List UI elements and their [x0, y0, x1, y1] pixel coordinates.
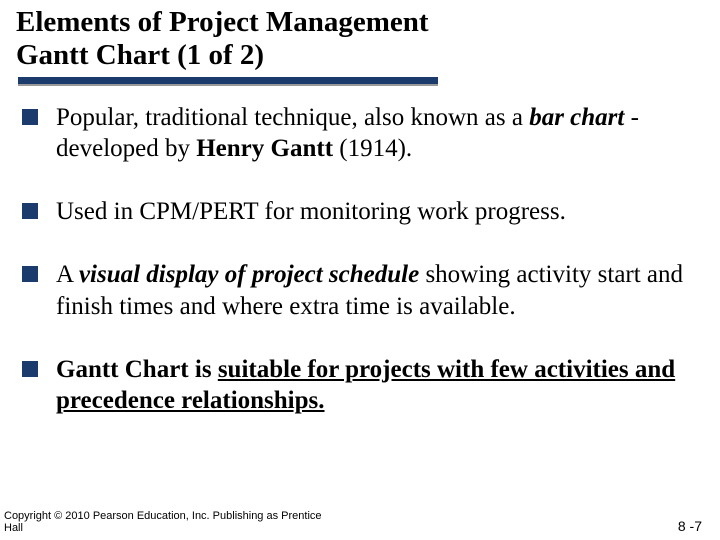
bullet-2-text: Used in CPM/PERT for monitoring work pro…: [56, 198, 566, 225]
bullet-1: Popular, traditional technique, also kno…: [16, 102, 704, 165]
bullet-1-emph-1: bar chart: [529, 104, 624, 131]
footer-copyright-line-2: Hall: [4, 522, 23, 534]
bullet-4-text-1: Gantt Chart is: [56, 356, 218, 383]
slide-title: Elements of Project Management Gantt Cha…: [16, 6, 704, 73]
bullet-2: Used in CPM/PERT for monitoring work pro…: [16, 196, 704, 227]
title-underline: [18, 77, 438, 84]
bullet-4: Gantt Chart is suitable for projects wit…: [16, 354, 704, 417]
footer-copyright-line-1: Copyright © 2010 Pearson Education, Inc.…: [4, 510, 322, 522]
bullet-3-emph-1: visual display of project schedule: [79, 261, 419, 288]
bullet-1-text-1: Popular, traditional technique, also kno…: [56, 104, 529, 131]
page-number: 8 -7: [678, 518, 702, 534]
title-line-1: Elements of Project Management: [16, 6, 429, 38]
slide: Elements of Project Management Gantt Cha…: [0, 0, 720, 540]
title-line-2: Gantt Chart (1 of 2): [16, 39, 264, 71]
bullet-list: Popular, traditional technique, also kno…: [16, 102, 704, 417]
bullet-1-emph-2: Henry Gantt: [196, 135, 333, 162]
bullet-3-text-1: A: [56, 261, 79, 288]
bullet-1-text-3: (1914).: [333, 135, 412, 162]
bullet-3: A visual display of project schedule sho…: [16, 259, 704, 322]
footer-copyright: Copyright © 2010 Pearson Education, Inc.…: [4, 510, 322, 534]
